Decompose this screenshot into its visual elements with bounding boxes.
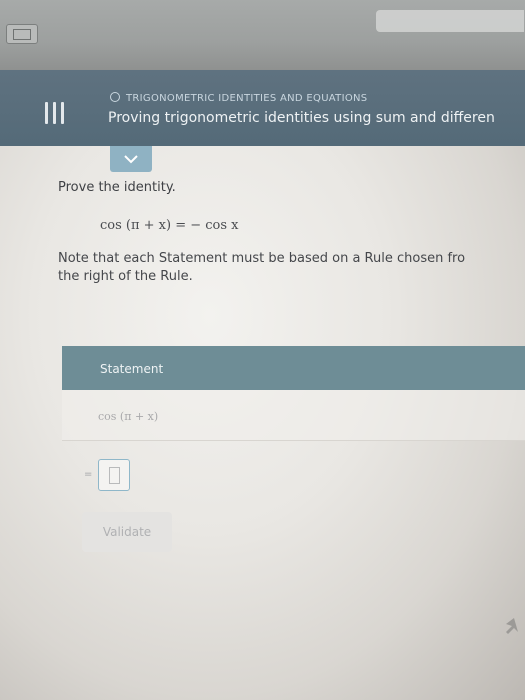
statement-input[interactable] — [98, 459, 130, 491]
note-line-2: the right of the Rule. — [58, 269, 193, 284]
equals-sign: = — [84, 469, 93, 480]
first-statement-cell: cos (π + x) — [98, 410, 159, 423]
topic-label: TRIGONOMETRIC IDENTITIES AND EQUATIONS — [110, 92, 367, 104]
menu-icon[interactable] — [44, 102, 64, 124]
browser-bar — [0, 0, 525, 70]
address-bar[interactable] — [376, 10, 524, 32]
tab-icon[interactable] — [6, 24, 38, 44]
circle-icon — [110, 92, 120, 102]
chevron-down-icon — [124, 154, 138, 163]
lesson-title: Proving trigonometric identities using s… — [108, 110, 495, 126]
identity-expression: cos (π + x) = − cos x — [100, 218, 239, 233]
note-line-1: Note that each Statement must be based o… — [58, 251, 466, 266]
expand-tab[interactable] — [110, 146, 152, 172]
lesson-header — [0, 70, 525, 146]
topic-text: TRIGONOMETRIC IDENTITIES AND EQUATIONS — [126, 93, 368, 104]
column-header-statement: Statement — [100, 362, 164, 376]
validate-button[interactable]: Validate — [82, 512, 172, 552]
problem-prompt: Prove the identity. — [58, 180, 176, 195]
cursor-icon — [506, 618, 518, 634]
instruction-note: Note that each Statement must be based o… — [58, 250, 525, 286]
